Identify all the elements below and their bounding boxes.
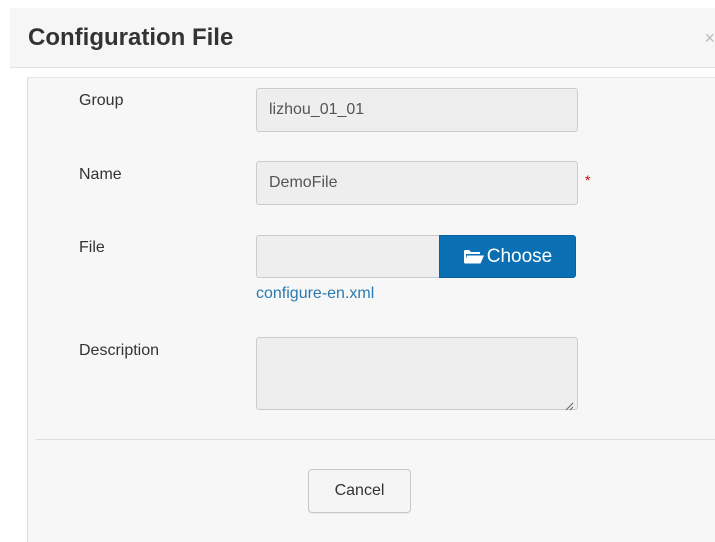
choose-file-button[interactable]: Choose bbox=[439, 235, 576, 278]
dialog-header: Configuration File × bbox=[10, 8, 715, 68]
group-field[interactable]: lizhou_01_01 bbox=[256, 88, 578, 132]
choose-button-label: Choose bbox=[486, 245, 553, 267]
description-label: Description bbox=[79, 342, 160, 359]
attached-file-link[interactable]: configure-en.xml bbox=[256, 285, 374, 303]
description-textarea[interactable] bbox=[256, 337, 578, 410]
group-label: Group bbox=[79, 92, 124, 109]
textarea-resize-handle-icon[interactable] bbox=[565, 398, 574, 411]
file-path-field[interactable] bbox=[256, 235, 440, 278]
file-label: File bbox=[79, 239, 105, 256]
name-field[interactable]: DemoFile bbox=[256, 161, 578, 205]
folder-open-icon bbox=[463, 249, 485, 265]
cancel-button[interactable]: Cancel bbox=[308, 469, 411, 513]
footer-divider bbox=[36, 439, 715, 440]
close-icon[interactable]: × bbox=[704, 28, 715, 49]
required-indicator: * bbox=[585, 172, 591, 188]
dialog-title: Configuration File bbox=[28, 24, 234, 51]
name-label: Name bbox=[79, 166, 122, 183]
